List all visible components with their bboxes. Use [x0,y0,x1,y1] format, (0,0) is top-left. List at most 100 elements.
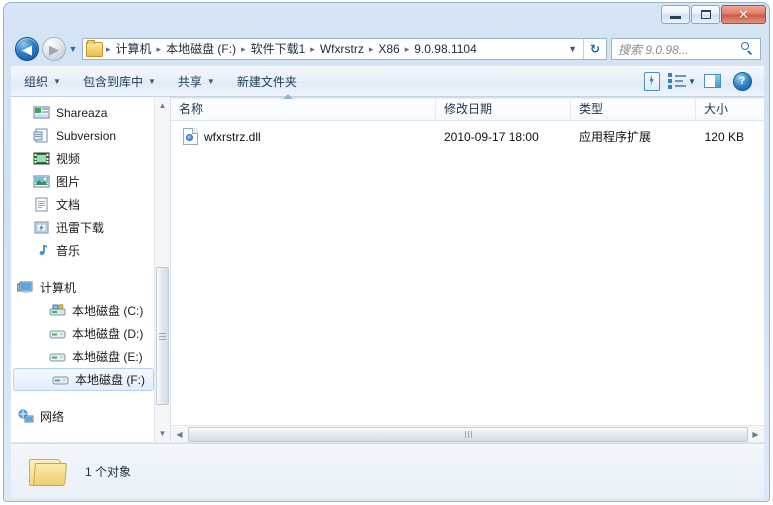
hscroll-thumb[interactable] [188,426,748,442]
scroll-right-button[interactable]: ▶ [747,430,764,439]
sidebar-item-pictures[interactable]: 图片 [11,170,170,193]
column-header-name[interactable]: 名称 [171,94,436,120]
sidebar-item-label: 本地磁盘 (D:) [72,327,144,341]
window-controls: ✕ [661,5,766,24]
window-frame: ✕ ◀ ▶ ▼ ▸ 计算机 ▸ 本地磁盘 (F:) ▸ 软件下载1 ▸ Wfxr… [3,2,770,502]
maximize-icon [700,10,711,19]
sidebar-item-label: 迅雷下载 [56,221,105,235]
toolbar-right-group: ▼ ? [638,69,764,93]
column-header-type[interactable]: 类型 [571,97,696,120]
search-input[interactable]: 搜索 9.0.98... [612,41,689,58]
sidebar-item-subversion[interactable]: Subversion [11,124,170,147]
column-header-size[interactable]: 大小 [696,97,764,120]
change-view-icon [668,73,687,89]
scroll-up-button[interactable]: ▲ [155,97,170,114]
chevron-down-icon: ▼ [158,429,167,438]
forward-button[interactable]: ▶ [42,37,66,61]
sidebar-item-documents[interactable]: 文档 [11,193,170,216]
video-library-icon [33,151,50,166]
sidebar-list: Shareaza Subversion 视频 图片 文档 迅雷下载 音乐 计算机… [11,97,170,428]
scroll-left-button[interactable]: ◀ [171,430,188,439]
burn-button[interactable] [638,69,666,93]
sidebar-item-label: 本地磁盘 (E:) [72,350,143,364]
search-box[interactable]: 搜索 9.0.98... [611,38,761,60]
hscroll-track[interactable] [188,426,748,442]
dll-file-icon [183,128,198,145]
title-bar: ✕ [4,3,771,30]
sidebar-item-drive-f[interactable]: 本地磁盘 (F:) [13,368,154,391]
system-drive-icon [49,303,66,318]
thunder-download-icon [33,220,50,235]
file-rows: wfxrstrz.dll 2010-09-17 18:00 应用程序扩展 120… [171,121,764,425]
sidebar-scrollbar[interactable]: ▲ ▼ [154,97,170,442]
address-bar[interactable]: ▸ 计算机 ▸ 本地磁盘 (F:) ▸ 软件下载1 ▸ Wfxrstrz ▸ X… [82,38,607,60]
sidebar-item-label: 网络 [40,410,65,424]
breadcrumb-separator: ▸ [310,43,315,54]
network-icon [17,409,34,424]
sort-ascending-icon [283,94,293,99]
close-button[interactable]: ✕ [721,5,766,24]
breadcrumb-item-downloads[interactable]: 软件下载1 [248,39,309,59]
chevron-down-icon: ▼ [147,76,156,86]
file-name-label: wfxrstrz.dll [204,129,261,144]
table-row[interactable]: wfxrstrz.dll 2010-09-17 18:00 应用程序扩展 120… [171,126,764,147]
include-in-library-button[interactable]: 包含到库中 ▼ [74,69,165,94]
breadcrumb-item-computer[interactable]: 计算机 [113,39,155,59]
help-icon: ? [732,71,752,91]
breadcrumb-separator: ▸ [156,43,162,54]
refresh-icon: ↻ [589,42,601,56]
sidebar-item-label: Shareaza [56,105,108,120]
close-icon: ✕ [738,7,749,22]
explorer-window: ✕ ◀ ▶ ▼ ▸ 计算机 ▸ 本地磁盘 (F:) ▸ 软件下载1 ▸ Wfxr… [0,0,773,505]
back-button[interactable]: ◀ [15,37,39,61]
file-name-cell: wfxrstrz.dll [171,128,436,145]
sidebar-item-thunder-download[interactable]: 迅雷下载 [11,216,170,239]
chevron-up-icon: ▲ [158,101,167,110]
breadcrumb-item-wfxrstrz[interactable]: Wfxrstrz [317,39,367,59]
change-view-button[interactable]: ▼ [668,69,696,93]
grip-icon [159,332,166,340]
search-icon [740,42,756,56]
sidebar-item-music[interactable]: 音乐 [11,239,170,262]
minimize-icon [670,16,681,19]
sidebar-item-label: 本地磁盘 (F:) [75,373,145,387]
breadcrumb-item-drive-f[interactable]: 本地磁盘 (F:) [163,39,239,59]
sidebar-scroll-thumb[interactable] [156,267,169,405]
sidebar-item-drive-e[interactable]: 本地磁盘 (E:) [11,345,170,368]
chevron-left-icon: ◀ [176,429,183,439]
file-date-cell: 2010-09-17 18:00 [444,129,539,144]
column-header-label: 修改日期 [444,102,493,116]
breadcrumb-item-x86[interactable]: X86 [375,39,402,59]
address-dropdown-icon[interactable]: ▼ [564,44,583,54]
sidebar-item-computer[interactable]: 计算机 [11,276,170,299]
column-headers: 名称 修改日期 类型 大小 [171,94,764,121]
sidebar-item-label: 计算机 [40,281,77,295]
include-in-library-label: 包含到库中 [82,74,143,89]
new-folder-button[interactable]: 新建文件夹 [228,69,306,94]
column-header-label: 类型 [579,102,604,116]
horizontal-scrollbar[interactable]: ◀ ▶ [171,425,764,442]
explorer-body: Shareaza Subversion 视频 图片 文档 迅雷下载 音乐 计算机… [11,94,764,442]
sidebar-item-shareaza[interactable]: Shareaza [11,101,170,124]
minimize-button[interactable] [661,5,690,24]
sidebar-item-label: Subversion [56,128,117,143]
scroll-down-button[interactable]: ▼ [155,425,170,442]
music-library-icon [33,243,50,258]
preview-pane-button[interactable] [698,69,726,93]
sidebar-item-videos[interactable]: 视频 [11,147,170,170]
sidebar-item-network[interactable]: 网络 [11,405,170,428]
chevron-right-icon: ▶ [752,429,759,439]
organize-button[interactable]: 组织 ▼ [15,69,70,94]
maximize-button[interactable] [691,5,720,24]
column-header-date[interactable]: 修改日期 [436,97,571,120]
forward-arrow-icon: ▶ [49,41,59,57]
recent-locations-button[interactable]: ▼ [66,37,80,61]
breadcrumb-item-version[interactable]: 9.0.98.1104 [411,39,480,59]
refresh-button[interactable]: ↻ [584,39,606,59]
sidebar-item-drive-d[interactable]: 本地磁盘 (D:) [11,322,170,345]
shareaza-icon [33,105,50,120]
sidebar-item-drive-c[interactable]: 本地磁盘 (C:) [11,299,170,322]
help-button[interactable]: ? [728,69,756,93]
status-bar: 1 个对象 [11,443,764,498]
share-button[interactable]: 共享 ▼ [169,69,224,94]
